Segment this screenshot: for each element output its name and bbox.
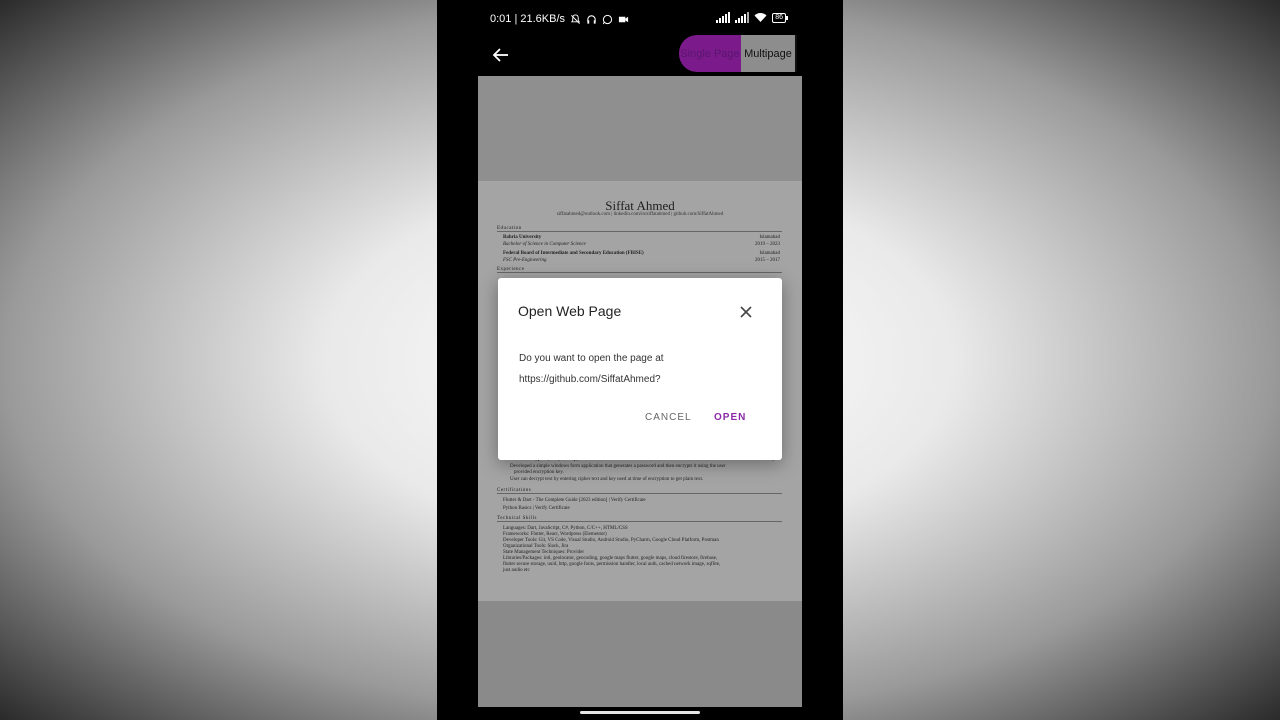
cancel-button[interactable]: CANCEL <box>645 412 692 423</box>
project-bullet-1b: provided encryption key. <box>514 470 564 475</box>
headphones-icon <box>587 14 596 24</box>
status-bar: 0:01 | 21.6KB/s 86 <box>437 0 843 38</box>
skill-state: State Management Techniques: Provider <box>503 550 585 555</box>
dialog-message-url: https://github.com/SiffatAhmed? <box>519 374 661 385</box>
whatsapp-icon <box>602 14 613 24</box>
skill-libs-1: Libraries/Packages: intl, geolocator, ge… <box>503 556 718 561</box>
skills-heading: Technical Skills <box>497 516 782 522</box>
wifi-icon <box>754 13 767 22</box>
mute-bell-icon <box>571 13 581 24</box>
project-bullet-1: Developed a simple windows form applicat… <box>510 464 726 469</box>
cert-2: Python Basics | Verify Certificate <box>503 506 570 511</box>
open-button[interactable]: OPEN <box>714 412 746 423</box>
edu2-degree: FSC Pre-Engineering <box>503 258 547 263</box>
home-indicator[interactable] <box>580 711 700 714</box>
edu1-school: Bahria University <box>503 235 542 240</box>
status-left: 0:01 | 21.6KB/s <box>490 13 629 25</box>
status-time-speed: 0:01 | 21.6KB/s <box>490 13 566 25</box>
battery-indicator: 86 <box>772 12 788 23</box>
multipage-button[interactable]: Multipage <box>741 35 797 72</box>
video-camera-icon <box>618 16 629 22</box>
dialog-message: Do you want to open the page at https://… <box>519 348 664 390</box>
battery-tip <box>786 15 788 20</box>
project-bullet-2: User can decrypt text by entering cipher… <box>510 477 704 482</box>
skill-languages: Languages: Dart, JavaScript, C#, Python,… <box>503 526 628 531</box>
dialog-message-line-1: Do you want to open the page at <box>519 353 664 364</box>
app-bar: Single Page Multipage <box>478 34 802 76</box>
skill-devtools: Developer Tools: Git, VS Code, Visual St… <box>503 538 719 543</box>
education-heading: Education <box>497 226 782 232</box>
signal-icon-2 <box>735 12 750 23</box>
viewer-blank-area <box>478 76 802 181</box>
edu1-location: Islamabad <box>759 235 780 240</box>
status-right: 86 <box>716 12 788 23</box>
cert-1: Flutter & Dart - The Complete Guide [202… <box>503 498 646 503</box>
certifications-heading: Certifications <box>497 488 782 494</box>
edu1-degree: Bachelor of Science in Computer Science <box>503 242 586 247</box>
skill-org: Organizational Tools: Slack, Jira <box>503 544 569 549</box>
dialog-title: Open Web Page <box>518 303 622 319</box>
experience-heading: Experience <box>497 267 782 273</box>
skill-libs-2: flutter secure storage, uuid, http, goog… <box>503 562 721 567</box>
back-arrow-icon[interactable] <box>490 44 512 66</box>
resume-contact[interactable]: siffatahmed@outlook.com | linkedin.com/i… <box>478 212 802 217</box>
single-page-button[interactable]: Single Page <box>679 35 741 72</box>
signal-icon <box>716 12 731 23</box>
battery-level: 86 <box>772 12 786 23</box>
edu2-location: Islamabad <box>759 251 780 256</box>
page-mode-toggle: Single Page Multipage <box>679 35 797 72</box>
skill-libs-3: just audio etc <box>503 568 530 573</box>
edu1-dates: 2019 – 2023 <box>755 242 780 247</box>
open-web-page-dialog: Open Web Page Do you want to open the pa… <box>498 278 782 460</box>
edu2-school: Federal Board of Intermediate and Second… <box>503 251 644 256</box>
close-icon[interactable] <box>738 304 754 320</box>
edu2-dates: 2015 – 2017 <box>755 258 780 263</box>
skill-frameworks: Frameworks: Flutter, React, Wordpress (E… <box>503 532 607 537</box>
